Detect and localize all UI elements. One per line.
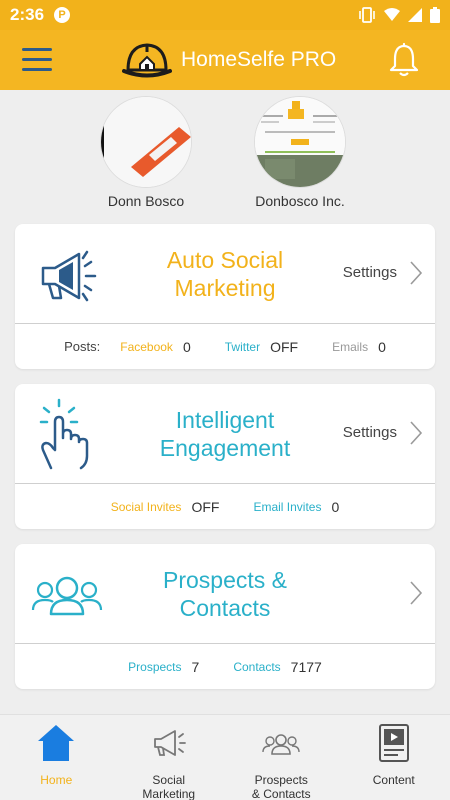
vibrate-icon [359, 7, 375, 23]
nav-content-label: Content [338, 773, 450, 787]
prospects-stats: Prospects 7 Contacts 7177 [15, 644, 435, 689]
battery-icon [430, 7, 440, 23]
profile-personal[interactable]: Donn Bosco [86, 97, 206, 209]
nav-prospects-label: Prospects & Contacts [225, 773, 338, 800]
prospects-title-line2: Contacts [179, 595, 271, 621]
app-title: HomeSelfe PRO [181, 48, 337, 71]
profile-business[interactable]: Donbosco Inc. [240, 97, 360, 209]
email-invites-label: Email Invites [253, 499, 322, 514]
prospects-value: 7 [191, 658, 200, 675]
auto-social-title-line1: Auto Social [166, 247, 284, 273]
engagement-title: Intelligent Engagement [145, 406, 305, 462]
emails-label: Emails [332, 339, 369, 354]
nav-prospects-label-line2: & Contacts [251, 787, 311, 800]
prospects-contacts-card[interactable]: Prospects & Contacts Prospects 7 Contact… [15, 544, 435, 689]
nav-content[interactable]: Content [338, 715, 450, 800]
avatar-personal[interactable] [101, 97, 191, 187]
nav-home[interactable]: Home [0, 715, 113, 800]
avatar-business-image [255, 97, 345, 187]
emails-value: 0 [378, 338, 386, 355]
status-time: 2:36 [10, 5, 45, 24]
engagement-settings-button[interactable]: Settings [343, 424, 397, 441]
status-icons [358, 7, 440, 23]
contacts-value: 7177 [290, 658, 322, 675]
engagement-title-line2: Engagement [159, 435, 291, 461]
parking-app-icon: P [54, 7, 71, 23]
email-invites-value: 0 [331, 498, 340, 515]
home-icon [38, 725, 75, 761]
profile-name-personal: Donn Bosco [107, 193, 185, 209]
tap-hand-icon [39, 398, 89, 470]
engagement-card-header[interactable]: Intelligent Engagement Settings [15, 384, 435, 484]
nav-home-label-line1: Home [40, 773, 73, 787]
chevron-right-icon[interactable] [409, 260, 423, 286]
nav-prospects-contacts[interactable]: Prospects & Contacts [225, 715, 338, 800]
contacts-label: Contacts [233, 659, 281, 674]
nav-social-marketing[interactable]: Social Marketing [113, 715, 226, 800]
wifi-icon [384, 8, 400, 21]
twitter-value: OFF [270, 338, 299, 355]
status-bar: 2:36 P [0, 0, 450, 30]
chevron-right-icon[interactable] [409, 580, 423, 606]
facebook-label: Facebook [120, 339, 173, 354]
nav-social-label: Social Marketing [113, 773, 226, 800]
engagement-stats: Social Invites OFF Email Invites 0 [15, 484, 435, 529]
twitter-label: Twitter [224, 339, 261, 354]
nav-social-label-line1: Social [152, 773, 186, 787]
menu-icon[interactable] [22, 48, 52, 72]
group-people-icon [262, 734, 300, 755]
auto-social-settings-button[interactable]: Settings [343, 264, 397, 281]
auto-social-card-header[interactable]: Auto Social Marketing Settings [15, 224, 435, 324]
intelligent-engagement-card[interactable]: Intelligent Engagement Settings Social I… [15, 384, 435, 529]
nav-content-label-line1: Content [372, 773, 415, 787]
megaphone-icon [153, 730, 186, 756]
posts-label: Posts: [64, 339, 101, 354]
prospects-label: Prospects [128, 659, 182, 674]
facebook-value: 0 [182, 338, 191, 355]
nav-prospects-label-line1: Prospects [254, 773, 308, 787]
social-invites-value: OFF [191, 498, 220, 515]
hardhat-logo-icon [122, 43, 172, 78]
notification-bell-icon[interactable] [388, 42, 420, 78]
content-video-icon [378, 724, 409, 762]
app-bar: HomeSelfe PRO [0, 30, 450, 90]
auto-social-stats: Posts: Facebook 0 Twitter OFF Emails 0 [15, 324, 435, 369]
engagement-title-line1: Intelligent [175, 407, 275, 433]
auto-social-title-line2: Marketing [174, 275, 276, 301]
prospects-title: Prospects & Contacts [145, 566, 305, 622]
auto-social-title: Auto Social Marketing [145, 246, 305, 302]
auto-social-marketing-card[interactable]: Auto Social Marketing Settings Posts: Fa… [15, 224, 435, 369]
bottom-navigation: Home Social Marketing Prospects & Contac… [0, 714, 450, 800]
nav-home-label: Home [0, 773, 113, 787]
cellular-icon [408, 8, 422, 22]
group-people-icon [31, 576, 103, 616]
chevron-right-icon[interactable] [409, 420, 423, 446]
nav-social-label-line2: Marketing [142, 787, 196, 800]
prospects-title-line1: Prospects & [163, 567, 287, 593]
profile-name-business: Donbosco Inc. [255, 193, 345, 209]
avatar-personal-image [101, 97, 191, 187]
megaphone-icon [41, 250, 97, 302]
prospects-card-header[interactable]: Prospects & Contacts [15, 544, 435, 644]
avatar-business[interactable] [255, 97, 345, 187]
social-invites-label: Social Invites [110, 499, 182, 514]
